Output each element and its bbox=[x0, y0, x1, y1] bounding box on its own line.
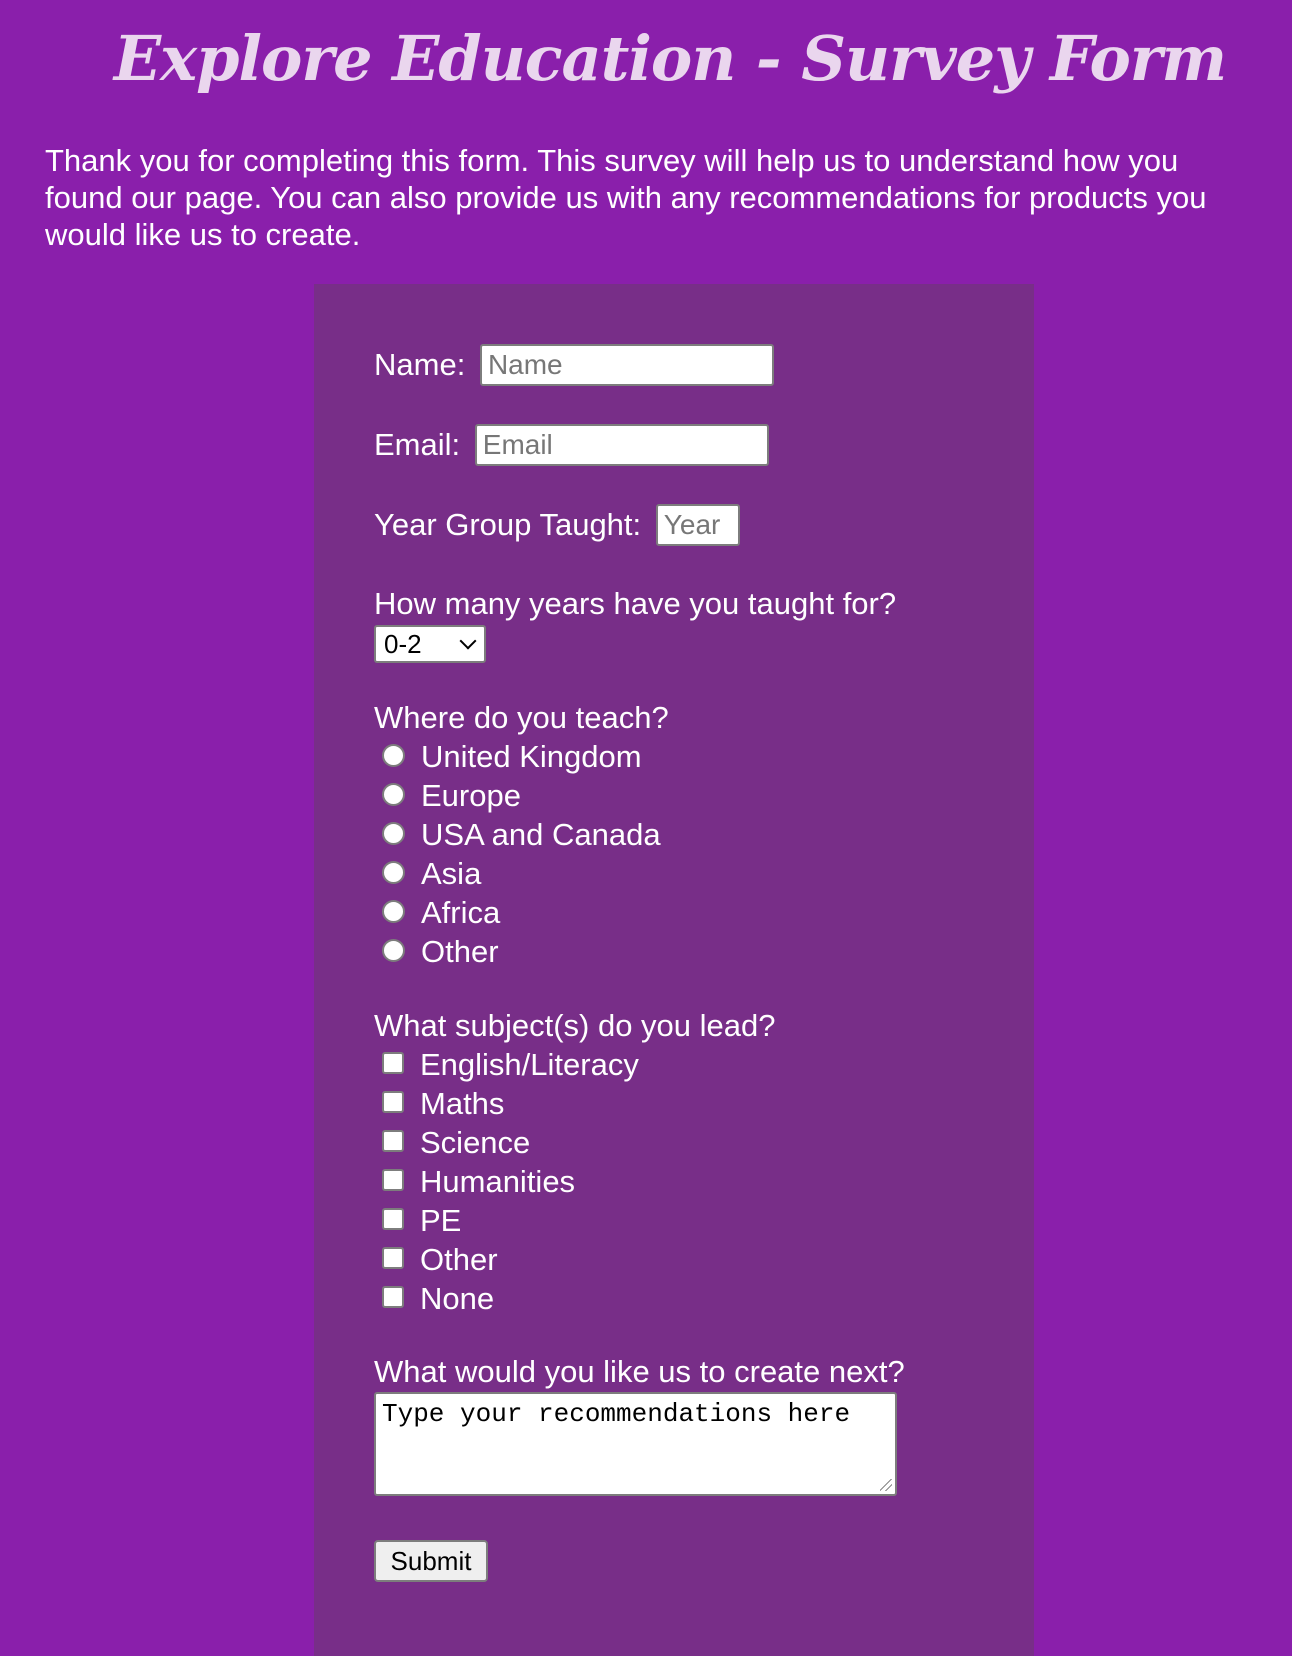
subject-option-maths: Maths bbox=[382, 1086, 504, 1122]
subject-option-label: Maths bbox=[420, 1086, 505, 1121]
location-option-uk: United Kingdom bbox=[382, 739, 642, 775]
page-title: Explore Education - Survey Form bbox=[113, 22, 1227, 95]
subject-option-label: Other bbox=[420, 1242, 498, 1277]
years-taught-select[interactable]: 0-2 bbox=[374, 625, 486, 663]
radio-button[interactable] bbox=[382, 783, 405, 807]
radio-button[interactable] bbox=[382, 900, 405, 924]
email-label: Email: bbox=[374, 427, 461, 462]
checkbox[interactable] bbox=[382, 1285, 404, 1308]
checkbox[interactable] bbox=[382, 1207, 404, 1230]
years-taught-label: How many years have you taught for? bbox=[374, 586, 897, 621]
intro-text: Thank you for completing this form. This… bbox=[45, 143, 1207, 252]
submit-button[interactable]: Submit bbox=[374, 1540, 488, 1582]
year-group-input[interactable] bbox=[655, 504, 740, 546]
year-group-row: Year Group Taught: bbox=[374, 504, 740, 546]
checkbox[interactable] bbox=[382, 1246, 404, 1269]
years-taught-selected: 0-2 bbox=[384, 629, 422, 659]
recommendations-textarea[interactable]: Type your recommendations here bbox=[374, 1392, 897, 1496]
subject-option-label: PE bbox=[420, 1203, 462, 1238]
email-row: Email: bbox=[374, 424, 769, 466]
recommendations-placeholder: Type your recommendations here bbox=[382, 1399, 851, 1429]
location-option-africa: Africa bbox=[382, 895, 500, 931]
radio-button[interactable] bbox=[382, 939, 405, 963]
subject-option-label: English/Literacy bbox=[420, 1047, 639, 1082]
location-option-label: USA and Canada bbox=[421, 817, 661, 852]
name-row: Name: bbox=[374, 344, 774, 386]
subject-option-label: None bbox=[420, 1281, 495, 1316]
year-group-label: Year Group Taught: bbox=[374, 507, 642, 542]
location-option-label: Other bbox=[421, 934, 499, 969]
location-option-label: Asia bbox=[421, 856, 482, 891]
location-option-europe: Europe bbox=[382, 778, 521, 814]
location-option-asia: Asia bbox=[382, 856, 481, 892]
subject-option-humanities: Humanities bbox=[382, 1164, 575, 1200]
subject-option-other: Other bbox=[382, 1242, 498, 1278]
checkbox[interactable] bbox=[382, 1129, 404, 1152]
subject-option-science: Science bbox=[382, 1125, 530, 1161]
location-label: Where do you teach? bbox=[374, 700, 669, 735]
subject-option-none: None bbox=[382, 1281, 494, 1317]
subjects-label: What subject(s) do you lead? bbox=[374, 1008, 776, 1043]
location-option-label: Africa bbox=[421, 895, 501, 930]
location-option-label: Europe bbox=[421, 778, 521, 813]
radio-button[interactable] bbox=[382, 744, 405, 768]
recommendations-label: What would you like us to create next? bbox=[374, 1354, 905, 1389]
radio-button[interactable] bbox=[382, 861, 405, 885]
checkbox[interactable] bbox=[382, 1168, 404, 1191]
location-option-usa-canada: USA and Canada bbox=[382, 817, 661, 853]
subject-option-english: English/Literacy bbox=[382, 1047, 639, 1083]
chevron-down-icon bbox=[459, 632, 477, 650]
location-option-other: Other bbox=[382, 934, 499, 970]
email-input[interactable] bbox=[474, 424, 769, 466]
name-input[interactable] bbox=[479, 344, 774, 386]
resize-handle-icon[interactable] bbox=[880, 1479, 892, 1491]
checkbox[interactable] bbox=[382, 1051, 404, 1074]
survey-form: Name: Email: Year Group Taught: How many… bbox=[314, 284, 1034, 1656]
checkbox[interactable] bbox=[382, 1090, 404, 1113]
subject-option-pe: PE bbox=[382, 1203, 461, 1239]
radio-button[interactable] bbox=[382, 822, 405, 846]
subject-option-label: Humanities bbox=[420, 1164, 576, 1199]
location-option-label: United Kingdom bbox=[421, 739, 642, 774]
name-label: Name: bbox=[374, 347, 466, 382]
subject-option-label: Science bbox=[420, 1125, 531, 1160]
